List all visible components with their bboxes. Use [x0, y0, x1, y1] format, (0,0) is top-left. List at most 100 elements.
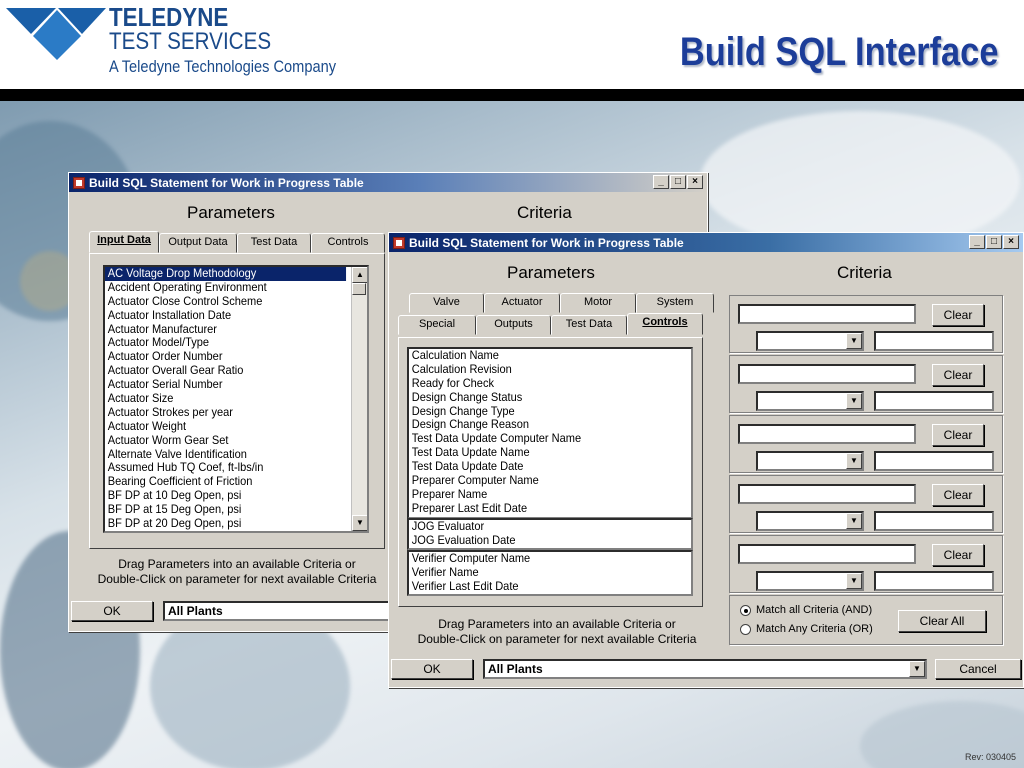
list-item[interactable]: BF DP at 10 Deg Open, psi — [105, 488, 346, 503]
list-item[interactable]: Verifier Last Edit Date — [409, 579, 668, 594]
match-all-radio[interactable] — [740, 604, 751, 616]
operator-select[interactable]: ▼ — [756, 511, 864, 531]
list-item[interactable]: Design Change Type — [409, 404, 668, 419]
list-item[interactable]: Bearing Coefficient of Friction — [105, 474, 346, 489]
scroll-down-icon[interactable]: ▼ — [352, 515, 367, 531]
list-item[interactable]: Actuator Weight — [105, 419, 346, 434]
minimize-button[interactable]: _ — [969, 235, 985, 249]
operator-select[interactable]: ▼ — [756, 571, 864, 591]
match-any-option[interactable]: Match Any Criteria (OR) — [740, 623, 873, 635]
list-item[interactable]: Alternate Valve Identification — [105, 447, 346, 462]
list-item[interactable]: Actuator Serial Number — [105, 377, 346, 392]
tab-outputs[interactable]: Outputs — [476, 315, 551, 335]
clear-button[interactable]: Clear — [932, 364, 984, 386]
operator-select[interactable]: ▼ — [756, 391, 864, 411]
cancel-button[interactable]: Cancel — [935, 659, 1021, 679]
plant-select[interactable]: All Plants ▼ — [483, 659, 927, 679]
chevron-down-icon[interactable]: ▼ — [846, 393, 862, 409]
list-item[interactable]: Actuator Size — [105, 391, 346, 406]
list-item[interactable]: Test Data Update Date — [409, 459, 668, 474]
ok-button[interactable]: OK — [391, 659, 473, 679]
tab-motor[interactable]: Motor — [560, 293, 636, 313]
list-item[interactable]: Test Data Update Computer Name — [409, 431, 668, 446]
operator-select[interactable]: ▼ — [756, 451, 864, 471]
list-item[interactable]: Preparer Last Edit Date — [409, 501, 668, 516]
window-titlebar[interactable]: Build SQL Statement for Work in Progress… — [389, 233, 1023, 252]
match-all-option[interactable]: Match all Criteria (AND) — [740, 604, 872, 616]
list-item[interactable]: Actuator Manufacturer — [105, 322, 346, 337]
tab-valve[interactable]: Valve — [409, 293, 484, 313]
operator-select[interactable]: ▼ — [756, 331, 864, 351]
list-item[interactable]: Actuator Overall Gear Ratio — [105, 363, 346, 378]
clear-button[interactable]: Clear — [932, 424, 984, 446]
maximize-button[interactable]: □ — [670, 175, 686, 189]
list-item[interactable]: Design Change Reason — [409, 418, 668, 432]
list-item[interactable]: AC Voltage Drop Methodology — [105, 267, 347, 281]
chevron-down-icon[interactable]: ▼ — [846, 453, 862, 469]
parameter-list-jog[interactable]: JOG Evaluator JOG Evaluation Date — [407, 518, 693, 550]
clear-all-button[interactable]: Clear All — [898, 610, 986, 632]
match-any-radio[interactable] — [740, 623, 751, 635]
tab-input-data[interactable]: Input Data — [89, 231, 159, 253]
list-item[interactable]: Design Change Status — [409, 390, 668, 405]
list-item[interactable]: Assumed Hub TQ Coef, ft-lbs/in — [105, 461, 346, 475]
tab-test-data[interactable]: Test Data — [237, 233, 311, 253]
criteria-field-input[interactable] — [738, 484, 916, 504]
tab-test-data[interactable]: Test Data — [551, 315, 627, 335]
close-button[interactable]: × — [1003, 235, 1019, 249]
tab-system[interactable]: System — [636, 293, 714, 313]
criteria-field-input[interactable] — [738, 364, 916, 384]
list-item[interactable]: Actuator Installation Date — [105, 308, 346, 323]
list-item[interactable]: BF DP at 20 Deg Open, psi — [105, 516, 346, 531]
criteria-value-input[interactable] — [874, 511, 994, 531]
list-item[interactable]: Actuator Close Control Scheme — [105, 294, 346, 309]
clear-button[interactable]: Clear — [932, 484, 984, 506]
list-item[interactable]: Calculation Revision — [409, 362, 668, 377]
clear-button[interactable]: Clear — [932, 304, 984, 326]
maximize-button[interactable]: □ — [986, 235, 1002, 249]
parameter-list[interactable]: AC Voltage Drop Methodology Accident Oper… — [103, 265, 369, 533]
minimize-button[interactable]: _ — [653, 175, 669, 189]
list-item[interactable]: Accident Operating Environment — [105, 280, 346, 295]
list-item[interactable]: Test Data Update Name — [409, 445, 668, 460]
list-item[interactable]: Actuator Strokes per year — [105, 405, 346, 420]
tab-output-data[interactable]: Output Data — [159, 233, 237, 253]
tab-controls[interactable]: Controls — [311, 233, 385, 253]
list-item[interactable]: Calculation Name — [409, 349, 668, 363]
chevron-down-icon[interactable]: ▼ — [846, 513, 862, 529]
tab-actuator[interactable]: Actuator — [484, 293, 560, 313]
chevron-down-icon[interactable]: ▼ — [846, 573, 862, 589]
close-button[interactable]: × — [687, 175, 703, 189]
list-item[interactable]: BF DP at 15 Deg Open, psi — [105, 502, 346, 517]
list-item[interactable]: Preparer Name — [409, 487, 668, 502]
parameter-list-calculation[interactable]: Calculation Name Calculation Revision Read… — [407, 347, 693, 519]
list-item[interactable]: Ready for Check — [409, 376, 668, 391]
criteria-field-input[interactable] — [738, 544, 916, 564]
scroll-thumb[interactable] — [352, 283, 366, 295]
list-item[interactable]: JOG Evaluation Date — [409, 533, 668, 548]
parameter-list-verifier[interactable]: Verifier Computer Name Verifier Name Verif… — [407, 550, 693, 596]
list-item[interactable]: Actuator Worm Gear Set — [105, 433, 346, 448]
plant-select[interactable]: All Plants — [163, 601, 403, 621]
list-item[interactable]: Preparer Computer Name — [409, 473, 668, 488]
list-item[interactable]: Actuator Model/Type — [105, 336, 346, 350]
list-item[interactable]: Verifier Name — [409, 565, 668, 580]
window-titlebar[interactable]: Build SQL Statement for Work in Progress… — [69, 173, 707, 192]
chevron-down-icon[interactable]: ▼ — [909, 661, 925, 677]
tab-special[interactable]: Special — [398, 315, 476, 335]
criteria-field-input[interactable] — [738, 424, 916, 444]
criteria-field-input[interactable] — [738, 304, 916, 324]
clear-button[interactable]: Clear — [932, 544, 984, 566]
list-item[interactable]: Actuator Order Number — [105, 349, 346, 364]
criteria-value-input[interactable] — [874, 391, 994, 411]
chevron-down-icon[interactable]: ▼ — [846, 333, 862, 349]
scroll-up-icon[interactable]: ▲ — [352, 267, 367, 283]
vertical-scrollbar[interactable]: ▲ ▼ — [351, 267, 367, 531]
criteria-value-input[interactable] — [874, 571, 994, 591]
criteria-value-input[interactable] — [874, 451, 994, 471]
tab-controls[interactable]: Controls — [627, 313, 703, 335]
ok-button[interactable]: OK — [71, 601, 153, 621]
list-item[interactable]: JOG Evaluator — [409, 520, 668, 534]
list-item[interactable]: Verifier Computer Name — [409, 552, 668, 566]
criteria-value-input[interactable] — [874, 331, 994, 351]
